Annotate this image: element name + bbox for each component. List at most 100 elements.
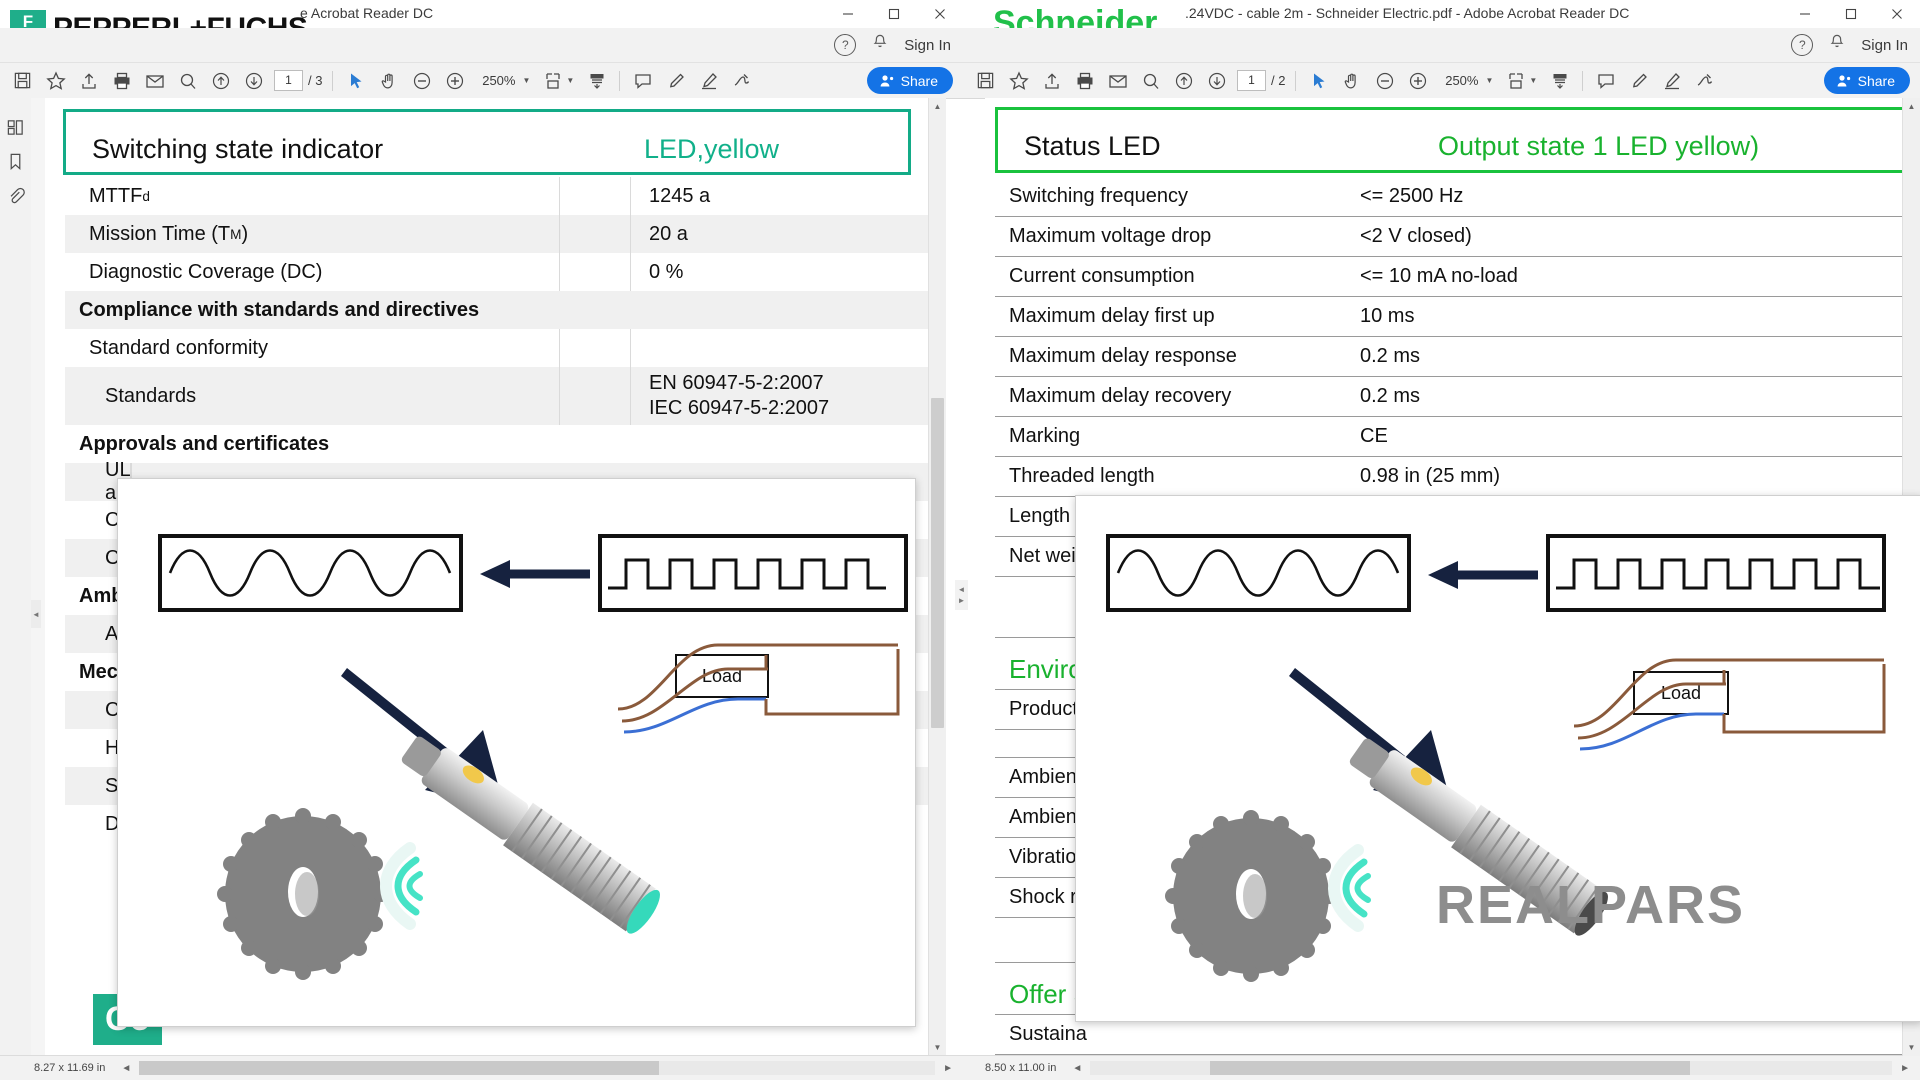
hsb-left-arrow[interactable]: ◄ (1072, 1063, 1082, 1074)
row-label: Switching frequency (1009, 185, 1188, 207)
previous-page-icon[interactable] (204, 66, 237, 96)
zoom-in-icon[interactable] (438, 66, 471, 96)
left-zoom-control[interactable]: 250% ▼ (477, 73, 530, 88)
star-icon[interactable] (39, 66, 72, 96)
left-menubar: ? Sign In (0, 28, 963, 63)
fit-page-icon[interactable] (1499, 66, 1532, 96)
hsb-right-arrow[interactable]: ► (943, 1063, 953, 1074)
table-row: Diagnostic Coverage (DC) 0 % (65, 253, 929, 291)
draw-icon[interactable] (692, 66, 725, 96)
highlight-icon[interactable] (659, 66, 692, 96)
hsb-right-arrow[interactable]: ► (1900, 1063, 1910, 1074)
sign-icon[interactable] (725, 66, 758, 96)
sign-icon[interactable] (1688, 66, 1721, 96)
upload-icon[interactable] (72, 66, 105, 96)
previous-page-icon[interactable] (1167, 66, 1200, 96)
star-icon[interactable] (1002, 66, 1035, 96)
page-total-label: / 2 (1271, 73, 1286, 88)
minimize-icon[interactable] (1782, 0, 1828, 28)
select-icon[interactable] (339, 66, 372, 96)
fit-page-icon[interactable] (536, 66, 569, 96)
fit-chevron-down-icon[interactable]: ▼ (1529, 76, 1537, 85)
right-highlight-key: Status LED (1024, 131, 1161, 161)
left-page-size-label: 8.27 x 11.69 in (34, 1062, 106, 1074)
close-icon[interactable] (1874, 0, 1920, 28)
share-button[interactable]: Share (866, 67, 953, 94)
left-pane-collapse-handle[interactable]: ◄ (31, 600, 41, 628)
fit-chevron-down-icon[interactable]: ▼ (566, 76, 574, 85)
scroll-down-arrow[interactable]: ▼ (929, 1039, 946, 1056)
share-label: Share (900, 72, 938, 89)
page-number-input[interactable]: 1 (1237, 70, 1266, 91)
scroll-mode-icon[interactable] (580, 66, 613, 96)
window-splitter[interactable]: ◄ ► (955, 580, 968, 610)
sine-wave-panel (158, 534, 463, 612)
page-number-input[interactable]: 1 (274, 70, 303, 91)
draw-icon[interactable] (1655, 66, 1688, 96)
comment-icon[interactable] (1589, 66, 1622, 96)
sign-in-button[interactable]: Sign In (904, 37, 951, 54)
share-people-icon (1837, 74, 1850, 86)
search-icon[interactable] (1134, 66, 1167, 96)
scroll-thumb[interactable] (139, 1061, 660, 1075)
scroll-down-arrow[interactable]: ▼ (1903, 1039, 1920, 1056)
bell-icon[interactable] (1829, 34, 1845, 56)
hand-icon[interactable] (372, 66, 405, 96)
close-icon[interactable] (917, 0, 963, 28)
table-row: MTTF d 1245 a (65, 177, 929, 215)
help-icon[interactable]: ? (1791, 34, 1814, 56)
table-row: Maximum voltage drop <2 V closed) (995, 217, 1920, 257)
right-horizontal-scrollbar[interactable] (1090, 1061, 1893, 1075)
row-label: Sustaina (1009, 1023, 1087, 1045)
row-label: Diagnostic Coverage (DC) (65, 253, 560, 291)
left-horizontal-scrollbar[interactable] (139, 1061, 936, 1075)
splitter-right-arrow[interactable]: ► (958, 596, 966, 605)
overlay-image-left[interactable]: Load (117, 478, 916, 1027)
zoom-out-icon[interactable] (405, 66, 438, 96)
select-icon[interactable] (1302, 66, 1335, 96)
print-icon[interactable] (1068, 66, 1101, 96)
row-label: Standards (65, 367, 560, 425)
zoom-out-icon[interactable] (1368, 66, 1401, 96)
right-status-bar: 8.50 x 11.00 in ◄ ► (963, 1055, 1920, 1080)
comment-icon[interactable] (626, 66, 659, 96)
hand-icon[interactable] (1335, 66, 1368, 96)
scroll-up-arrow[interactable]: ▲ (929, 98, 946, 115)
splitter-left-arrow[interactable]: ◄ (958, 585, 966, 594)
scroll-up-arrow[interactable]: ▲ (1903, 98, 1920, 115)
sensing-field-arcs (1328, 844, 1371, 932)
table-row: Marking CE (995, 417, 1920, 457)
upload-icon[interactable] (1035, 66, 1068, 96)
next-page-icon[interactable] (237, 66, 270, 96)
email-icon[interactable] (1101, 66, 1134, 96)
sign-in-button[interactable]: Sign In (1861, 37, 1908, 54)
share-button[interactable]: Share (1823, 67, 1910, 94)
hsb-left-arrow[interactable]: ◄ (121, 1063, 131, 1074)
next-page-icon[interactable] (1200, 66, 1233, 96)
save-icon[interactable] (969, 66, 1002, 96)
left-highlight-key: Switching state indicator (92, 134, 384, 164)
highlight-icon[interactable] (1622, 66, 1655, 96)
scroll-thumb[interactable] (931, 398, 944, 728)
overlay-image-right[interactable]: Load REALPARS (1075, 495, 1920, 1022)
save-icon[interactable] (6, 66, 39, 96)
attachments-icon[interactable] (0, 178, 31, 212)
chevron-down-icon[interactable]: ▼ (522, 76, 530, 85)
zoom-in-icon[interactable] (1401, 66, 1434, 96)
right-zoom-control[interactable]: 250% ▼ (1440, 73, 1493, 88)
bell-icon[interactable] (872, 34, 888, 56)
thumbnails-icon[interactable] (0, 110, 31, 144)
print-icon[interactable] (105, 66, 138, 96)
maximize-icon[interactable] (1828, 0, 1874, 28)
right-toolbar: 1 / 2 250% ▼ ▼ Share (963, 63, 1920, 99)
chevron-down-icon[interactable]: ▼ (1485, 76, 1493, 85)
minimize-icon[interactable] (825, 0, 871, 28)
left-vertical-scrollbar[interactable]: ▲ ▼ (928, 98, 946, 1056)
maximize-icon[interactable] (871, 0, 917, 28)
bookmarks-icon[interactable] (0, 144, 31, 178)
email-icon[interactable] (138, 66, 171, 96)
scroll-mode-icon[interactable] (1543, 66, 1576, 96)
scroll-thumb[interactable] (1210, 1061, 1691, 1075)
search-icon[interactable] (171, 66, 204, 96)
help-icon[interactable]: ? (834, 34, 857, 56)
